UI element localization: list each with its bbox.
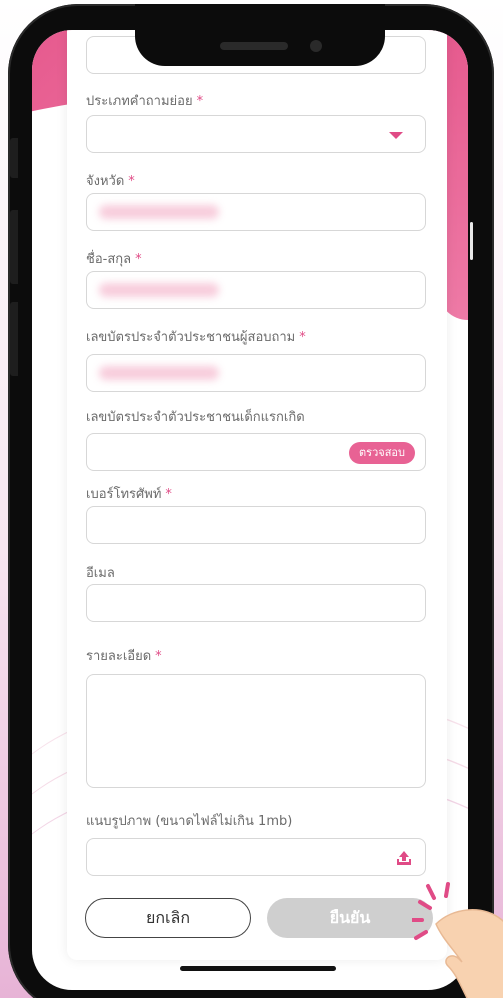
asker-id-label: เลขบัตรประจำตัวประชาชนผู้สอบถาม * [86, 330, 306, 345]
phone-notch [135, 4, 385, 66]
asker-id-input[interactable] [86, 354, 426, 392]
attach-label: แนบรูปภาพ (ขนาดไฟล์ไม่เกิน 1mb) [86, 814, 293, 829]
subcategory-label: ประเภทคำถามย่อย * [86, 94, 204, 109]
speaker-grille [220, 42, 288, 50]
phone-screen: ประเภทคำถามย่อย * จังหวัด * ชื่อ-สกุล * เลข… [32, 30, 468, 990]
newborn-id-label: เลขบัตรประจำตัวประชาชนเด็กแรกเกิด [86, 410, 305, 425]
province-label: จังหวัด * [86, 174, 135, 189]
phone-input[interactable] [86, 506, 426, 544]
phone-label: เบอร์โทรศัพท์ * [86, 487, 172, 502]
pointing-hand-icon [412, 882, 503, 998]
redacted-value [99, 283, 219, 297]
subcategory-select[interactable] [86, 115, 426, 153]
check-button[interactable]: ตรวจสอบ [349, 442, 415, 464]
home-indicator[interactable] [180, 966, 336, 971]
province-input[interactable] [86, 193, 426, 231]
newborn-id-input[interactable]: ตรวจสอบ [86, 433, 426, 471]
details-textarea[interactable] [86, 674, 426, 788]
upload-icon[interactable] [395, 849, 413, 867]
details-label: รายละเอียด * [86, 649, 162, 664]
email-label: อีเมล [86, 566, 115, 581]
attach-image-input[interactable] [86, 838, 426, 876]
front-camera [310, 40, 322, 52]
confirm-button[interactable]: ยืนยัน [267, 898, 433, 938]
email-input[interactable] [86, 584, 426, 622]
side-button-volume-down [10, 302, 18, 376]
scrollbar[interactable] [470, 222, 473, 260]
fullname-label: ชื่อ-สกุล * [86, 252, 142, 267]
inquiry-form-card: ประเภทคำถามย่อย * จังหวัด * ชื่อ-สกุล * เลข… [67, 30, 447, 960]
redacted-value [99, 366, 219, 380]
redacted-value [99, 205, 219, 219]
side-button-silent [10, 138, 18, 178]
caret-down-icon [389, 132, 403, 139]
cancel-button[interactable]: ยกเลิก [85, 898, 251, 938]
side-button-volume-up [10, 210, 18, 284]
fullname-input[interactable] [86, 271, 426, 309]
